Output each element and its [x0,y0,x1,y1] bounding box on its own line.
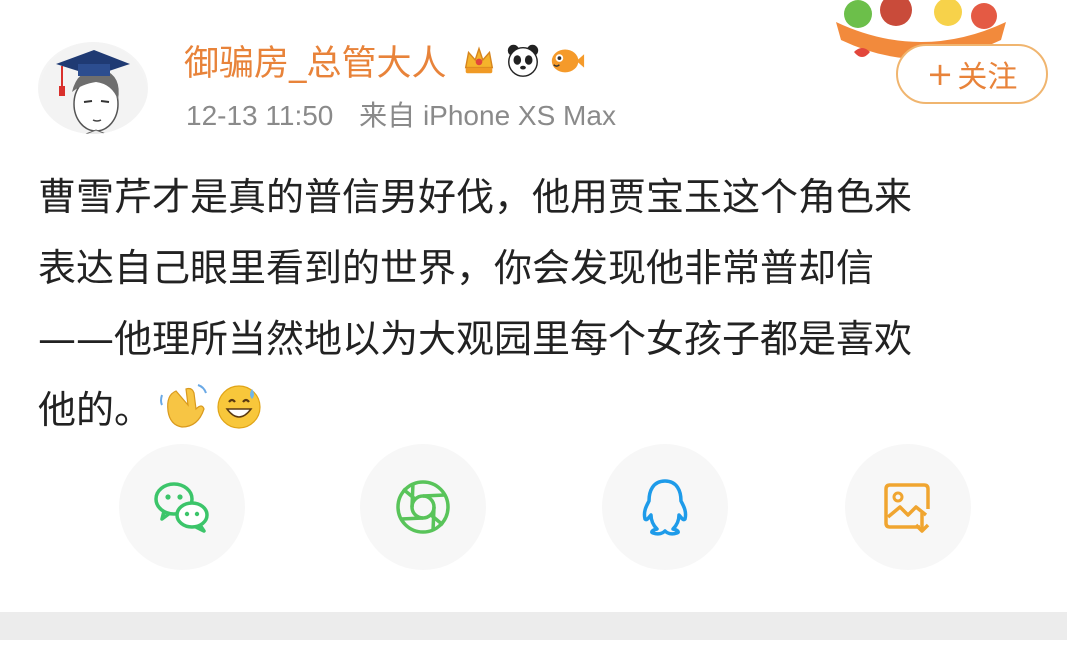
post-text-line: ——他理所当然地以为大观园里每个女孩子都是喜欢 [38,317,913,361]
waving-hand-icon [160,384,207,428]
post-source[interactable]: 来自 iPhone XS Max [359,100,616,131]
post-time: 12-13 11:50 [186,100,334,131]
crown-badge-icon[interactable] [459,40,499,80]
save-image-button[interactable] [845,444,971,570]
post-text-line: 曹雪芹才是真的普信男好伐，他用贾宝玉这个角色来 [38,175,913,219]
wechat-share-button[interactable] [119,444,245,570]
author-name[interactable]: 御骗房_总管大人 [184,35,447,86]
qq-share-button[interactable] [602,444,728,570]
section-divider [0,612,1067,640]
footer-area [0,640,1067,667]
pufferfish-icon[interactable] [547,40,587,80]
panda-icon[interactable] [503,40,543,80]
save-image-icon [884,483,930,533]
plus-icon: + [926,55,954,93]
author-badges [459,40,587,80]
follow-button[interactable]: + 关注 [896,44,1048,104]
follow-label: 关注 [957,60,1018,95]
post-meta: 12-13 11:50 来自 iPhone XS Max [186,94,616,134]
weibo-post-page: 御骗房_总管大人 12-13 11:50 来自 iPhone XS Max + … [0,0,1067,667]
moments-aperture-icon [396,480,450,534]
moments-share-button[interactable] [360,444,486,570]
avatar[interactable] [38,42,148,134]
wechat-icon [154,482,209,533]
post-text-line: 表达自己眼里看到的世界，你会发现他非常普却信 [38,246,875,290]
author-row: 御骗房_总管大人 [184,38,587,84]
avatar-illustration-icon [38,42,148,134]
post-text-last-line: 他的。 [38,375,1058,446]
qq-penguin-icon [642,479,688,536]
post-content: 曹雪芹才是真的普信男好伐，他用贾宝玉这个角色来 表达自己眼里看到的世界，你会发现… [38,162,1058,446]
post-text-line: 他的。 [38,388,153,432]
grinning-sweat-icon [217,385,261,429]
